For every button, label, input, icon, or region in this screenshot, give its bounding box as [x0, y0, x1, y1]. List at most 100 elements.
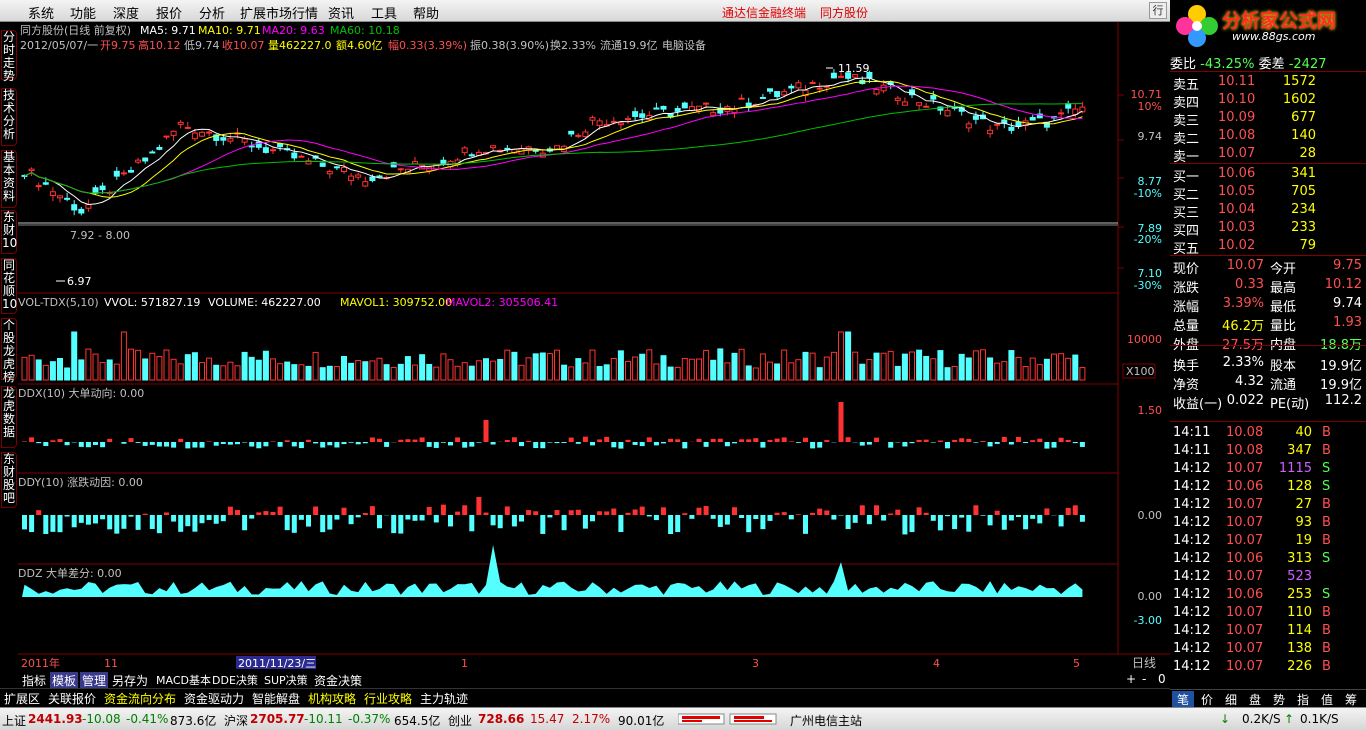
side-tab-technical[interactable]: 技术分析 [1, 88, 17, 146]
subtab-drive[interactable]: 资金驱动力 [184, 690, 244, 707]
side-tab-dragon-data[interactable]: 龙虎数据 [1, 386, 17, 448]
sz-percent: -0.37% [348, 712, 391, 726]
axis-label: -10% [1134, 187, 1162, 200]
extension-tabs: 扩展区 关联报价 资金流向分布 资金驱动力 智能解盘 机构攻略 行业攻略 主力轨… [0, 688, 1170, 706]
tick-price: 10.06 [1226, 479, 1264, 494]
subtab-industry[interactable]: 行业攻略 [364, 690, 412, 707]
time-label: 11 [104, 657, 118, 670]
side-tab-guba[interactable]: 东财股吧 [1, 452, 17, 508]
annotation-low: 6.97 [67, 275, 92, 288]
menu-quote[interactable]: 报价 [156, 3, 182, 22]
tick-volume: 253 [1287, 587, 1312, 602]
menu-help[interactable]: 帮助 [413, 3, 439, 22]
tab-indicator[interactable]: 指标 [20, 672, 48, 689]
period-label[interactable]: 日线 [1132, 656, 1156, 670]
upload-speed: 0.1K/S [1300, 712, 1339, 726]
side-tab-intraday[interactable]: 分时走势 [1, 30, 17, 83]
sh-label[interactable]: 上证 [2, 712, 26, 729]
tick-price: 10.06 [1226, 587, 1264, 602]
stat-label: 净资 [1173, 378, 1200, 393]
clover-logo-icon [1176, 5, 1218, 47]
subtab-inst[interactable]: 机构攻略 [308, 690, 356, 707]
site-logo: 分析家公式网 www.88gs.com [1170, 0, 1366, 52]
weibi-label: 委比 [1170, 57, 1197, 72]
rtab-index[interactable]: 指 [1292, 691, 1314, 708]
rtab-detail[interactable]: 细 [1220, 691, 1242, 708]
tick-time: 14:11 [1173, 425, 1211, 440]
ask-row: 卖一 10.07 28 [1170, 145, 1366, 165]
ddz-axis-label: -3.00 [1134, 614, 1162, 627]
sz-value: 2705.77 [250, 712, 305, 726]
tick-side: B [1322, 533, 1331, 548]
menu-news[interactable]: 资讯 [328, 3, 354, 22]
rtab-value[interactable]: 值 [1316, 691, 1338, 708]
subtab-main[interactable]: 主力轨迹 [420, 690, 468, 707]
bar-change: 幅0.33(3.39%) [388, 39, 467, 52]
tick-time: 14:12 [1173, 641, 1211, 656]
server-name[interactable]: 广州电信主站 [790, 712, 862, 729]
stat-label: 总量 [1173, 319, 1200, 334]
menu-extended-market[interactable]: 扩展市场行情 [240, 3, 318, 22]
rtab-trend[interactable]: 势 [1268, 691, 1290, 708]
subtab-smart[interactable]: 智能解盘 [252, 690, 300, 707]
bid-price: 10.04 [1218, 202, 1256, 217]
mavol2-value: MAVOL2: 305506.41 [446, 296, 558, 309]
tab-sup[interactable]: SUP决策 [262, 672, 310, 688]
ma10-label: MA10: 9.71 [198, 24, 261, 37]
annotation-range: 7.92 - 8.00 [70, 229, 130, 242]
tab-save-as[interactable]: 另存为 [110, 672, 150, 689]
side-tab-dragon-tiger[interactable]: 个股龙虎榜 [1, 318, 17, 384]
menu-analysis[interactable]: 分析 [199, 3, 225, 22]
bar-open: 开9.75 [100, 39, 136, 52]
subtab-flow[interactable]: 资金流向分布 [104, 690, 176, 707]
tab-template[interactable]: 模板 [50, 672, 79, 689]
tick-volume: 1115 [1278, 461, 1312, 476]
menu-depth[interactable]: 深度 [113, 3, 139, 22]
axis-label: -30% [1134, 279, 1162, 292]
stat-label: 量比 [1270, 319, 1297, 334]
tab-fund[interactable]: 资金决策 [312, 672, 364, 689]
zoom-out-button[interactable]: - [1140, 672, 1148, 686]
stat-row: 净资 4.32 流通 19.9亿 [1170, 373, 1366, 393]
time-label: 2011年 [21, 656, 60, 670]
menu-tools[interactable]: 工具 [371, 3, 397, 22]
kline-chart[interactable]: 同方股份(日线 前复权) MA5: 9.71 MA10: 9.71 MA20: … [18, 22, 1170, 671]
bid-price: 10.06 [1218, 166, 1256, 181]
tick-volume: 114 [1287, 623, 1312, 638]
rtab-price[interactable]: 价 [1196, 691, 1218, 708]
tick-row: 14:12 10.07 27 B [1170, 496, 1366, 514]
stat-label: 收益(一) [1173, 397, 1223, 412]
weibi-value: -43.25% [1200, 57, 1255, 72]
zoom-reset-button[interactable]: 0 [1156, 672, 1168, 686]
side-tab-tonghuashun10[interactable]: 同花顺10 [1, 258, 17, 314]
rtab-book[interactable]: 盘 [1244, 691, 1266, 708]
sz-label[interactable]: 沪深 [224, 712, 248, 729]
tick-side: B [1322, 425, 1331, 440]
stat-label: 涨幅 [1173, 300, 1200, 315]
rtab-chips[interactable]: 筹 [1340, 691, 1362, 708]
cy-label[interactable]: 创业 [448, 712, 472, 729]
menu-system[interactable]: 系统 [28, 3, 54, 22]
ask-row: 卖二 10.08 140 [1170, 127, 1366, 147]
tick-time: 14:11 [1173, 443, 1211, 458]
tab-macd-basic[interactable]: MACD基本 [154, 672, 213, 688]
side-tab-fundamentals[interactable]: 基本资料 [1, 150, 17, 208]
tab-dde[interactable]: DDE决策 [210, 672, 260, 688]
tick-time: 14:12 [1173, 623, 1211, 638]
indicator-tabs: 指标 模板 管理 另存为 MACD基本 DDE决策 SUP决策 资金决策 + -… [18, 671, 1168, 689]
menu-function[interactable]: 功能 [70, 3, 96, 22]
annotation-high: 11.59 [838, 62, 870, 75]
zoom-in-button[interactable]: + [1124, 672, 1138, 686]
subtab-ext[interactable]: 扩展区 [4, 690, 40, 707]
rtab-ticks[interactable]: 笔 [1172, 691, 1194, 708]
subtab-related[interactable]: 关联报价 [48, 690, 96, 707]
bar-high: 高10.12 [138, 38, 181, 52]
tab-manage[interactable]: 管理 [80, 672, 109, 689]
stat-value: 4.32 [1235, 374, 1264, 389]
tick-row: 14:11 10.08 40 B [1170, 424, 1366, 442]
side-tab-eastmoney10[interactable]: 东财10 [1, 210, 17, 254]
tick-volume: 313 [1287, 551, 1312, 566]
quote-mode-button[interactable]: 行 [1149, 2, 1167, 19]
ask-row: 卖五 10.11 1572 [1170, 73, 1366, 93]
stat-row: 换手 2.33% 股本 19.9亿 [1170, 354, 1366, 374]
